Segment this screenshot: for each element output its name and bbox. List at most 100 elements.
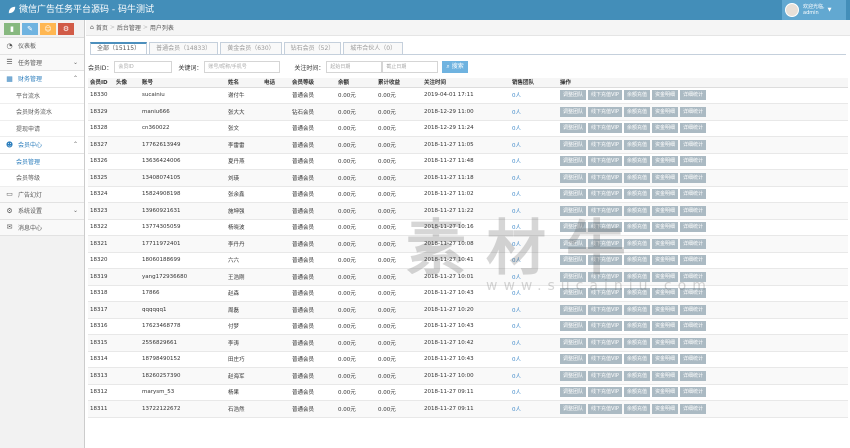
user-menu[interactable]: 欢迎光临, admin ▼ bbox=[782, 0, 846, 20]
cogs-icon[interactable]: ⚙ bbox=[58, 22, 74, 35]
sidebar-subitem-member-level[interactable]: 会员等级 bbox=[0, 170, 84, 187]
pencil-icon[interactable]: ✎ bbox=[22, 22, 38, 35]
action-button[interactable]: 详细统计 bbox=[679, 172, 706, 183]
action-button[interactable]: 详细统计 bbox=[679, 123, 706, 134]
action-button[interactable]: 线下充值VIP bbox=[588, 403, 622, 414]
table-cell[interactable]: 0人 bbox=[510, 103, 558, 121]
action-button[interactable]: 线下充值VIP bbox=[588, 172, 622, 183]
action-button[interactable]: 资金明细 bbox=[651, 156, 678, 167]
action-button[interactable]: 详细统计 bbox=[679, 106, 706, 117]
action-button[interactable]: 余额充值 bbox=[623, 123, 650, 134]
action-button[interactable]: 线下充值VIP bbox=[588, 90, 622, 101]
table-cell[interactable]: 0人 bbox=[510, 285, 558, 302]
action-button[interactable]: 资金明细 bbox=[651, 222, 678, 233]
action-button[interactable]: 余额充值 bbox=[623, 90, 650, 101]
action-button[interactable]: 线下充值VIP bbox=[588, 304, 622, 315]
sidebar-subitem-member-manage[interactable]: 会员管理 bbox=[0, 153, 84, 170]
table-cell[interactable]: 0人 bbox=[510, 235, 558, 253]
action-button[interactable]: 资金明细 bbox=[651, 205, 678, 216]
sidebar-item-messages[interactable]: ✉ 消息中心 bbox=[0, 219, 84, 236]
action-button[interactable]: 资金明细 bbox=[651, 370, 678, 381]
action-button[interactable]: 资金明细 bbox=[651, 90, 678, 101]
sidebar-item-settings[interactable]: ⚙ 系统设置 ⌄ bbox=[0, 203, 84, 220]
action-button[interactable]: 调整团队 bbox=[560, 255, 587, 266]
sidebar-subitem-member-finance[interactable]: 会员财务流水 bbox=[0, 104, 84, 121]
action-button[interactable]: 线下充值VIP bbox=[588, 139, 622, 150]
table-cell[interactable]: 0人 bbox=[510, 334, 558, 352]
action-button[interactable]: 详细统计 bbox=[679, 304, 706, 315]
action-button[interactable]: 详细统计 bbox=[679, 90, 706, 101]
table-cell[interactable]: 0人 bbox=[510, 400, 558, 418]
action-button[interactable]: 资金明细 bbox=[651, 106, 678, 117]
action-button[interactable]: 线下充值VIP bbox=[588, 106, 622, 117]
action-button[interactable]: 详细统计 bbox=[679, 222, 706, 233]
action-button[interactable]: 调整团队 bbox=[560, 403, 587, 414]
action-button[interactable]: 调整团队 bbox=[560, 172, 587, 183]
table-cell[interactable]: 0人 bbox=[510, 268, 558, 286]
action-button[interactable]: 详细统计 bbox=[679, 205, 706, 216]
action-button[interactable]: 资金明细 bbox=[651, 321, 678, 332]
action-button[interactable]: 调整团队 bbox=[560, 90, 587, 101]
action-button[interactable]: 线下充值VIP bbox=[588, 156, 622, 167]
action-button[interactable]: 调整团队 bbox=[560, 321, 587, 332]
start-date-input[interactable] bbox=[326, 61, 383, 73]
action-button[interactable]: 线下充值VIP bbox=[588, 189, 622, 200]
action-button[interactable]: 线下充值VIP bbox=[588, 205, 622, 216]
breadcrumb-admin[interactable]: 后台管理 bbox=[117, 23, 141, 32]
action-button[interactable]: 调整团队 bbox=[560, 106, 587, 117]
action-button[interactable]: 余额充值 bbox=[623, 238, 650, 249]
sidebar-item-finance[interactable]: ▦ 财务管理 ⌃ bbox=[0, 71, 84, 88]
action-button[interactable]: 余额充值 bbox=[623, 139, 650, 150]
action-button[interactable]: 线下充值VIP bbox=[588, 387, 622, 398]
table-cell[interactable]: 0人 bbox=[510, 153, 558, 170]
action-button[interactable]: 调整团队 bbox=[560, 156, 587, 167]
action-button[interactable]: 详细统计 bbox=[679, 238, 706, 249]
action-button[interactable]: 调整团队 bbox=[560, 370, 587, 381]
action-button[interactable]: 余额充值 bbox=[623, 321, 650, 332]
action-button[interactable]: 余额充值 bbox=[623, 403, 650, 414]
action-button[interactable]: 详细统计 bbox=[679, 403, 706, 414]
action-button[interactable]: 调整团队 bbox=[560, 387, 587, 398]
action-button[interactable]: 调整团队 bbox=[560, 271, 587, 282]
action-button[interactable]: 详细统计 bbox=[679, 370, 706, 381]
table-cell[interactable]: 0人 bbox=[510, 136, 558, 154]
sidebar-item-tasks[interactable]: ☰ 任务管理 ⌄ bbox=[0, 54, 84, 71]
action-button[interactable]: 调整团队 bbox=[560, 304, 587, 315]
table-cell[interactable]: 0人 bbox=[510, 169, 558, 187]
action-button[interactable]: 余额充值 bbox=[623, 370, 650, 381]
action-button[interactable]: 线下充值VIP bbox=[588, 370, 622, 381]
action-button[interactable]: 线下充值VIP bbox=[588, 123, 622, 134]
action-button[interactable]: 详细统计 bbox=[679, 321, 706, 332]
sidebar-subitem-platform-flow[interactable]: 平台流水 bbox=[0, 87, 84, 104]
action-button[interactable]: 余额充值 bbox=[623, 255, 650, 266]
action-button[interactable]: 资金明细 bbox=[651, 403, 678, 414]
table-cell[interactable]: 0人 bbox=[510, 120, 558, 137]
action-button[interactable]: 线下充值VIP bbox=[588, 321, 622, 332]
action-button[interactable]: 资金明细 bbox=[651, 172, 678, 183]
end-date-input[interactable] bbox=[382, 61, 439, 73]
action-button[interactable]: 余额充值 bbox=[623, 189, 650, 200]
action-button[interactable]: 资金明细 bbox=[651, 139, 678, 150]
action-button[interactable]: 余额充值 bbox=[623, 288, 650, 299]
action-button[interactable]: 线下充值VIP bbox=[588, 222, 622, 233]
table-cell[interactable]: 0人 bbox=[510, 351, 558, 368]
search-button[interactable]: ⌕ 搜索 bbox=[442, 61, 468, 73]
chart-icon[interactable]: ▮ bbox=[4, 22, 20, 35]
action-button[interactable]: 余额充值 bbox=[623, 106, 650, 117]
table-cell[interactable]: 0人 bbox=[510, 252, 558, 269]
action-button[interactable]: 线下充值VIP bbox=[588, 354, 622, 365]
action-button[interactable]: 余额充值 bbox=[623, 337, 650, 348]
action-button[interactable]: 余额充值 bbox=[623, 222, 650, 233]
breadcrumb-home[interactable]: 首页 bbox=[96, 23, 108, 32]
table-cell[interactable]: 0人 bbox=[510, 202, 558, 220]
table-cell[interactable]: 0人 bbox=[510, 219, 558, 236]
action-button[interactable]: 线下充值VIP bbox=[588, 271, 622, 282]
action-button[interactable]: 余额充值 bbox=[623, 271, 650, 282]
sidebar-subitem-withdraw[interactable]: 提现申请 bbox=[0, 120, 84, 137]
action-button[interactable]: 资金明细 bbox=[651, 255, 678, 266]
action-button[interactable]: 详细统计 bbox=[679, 288, 706, 299]
action-button[interactable]: 线下充值VIP bbox=[588, 337, 622, 348]
keyword-input[interactable] bbox=[204, 61, 281, 73]
action-button[interactable]: 资金明细 bbox=[651, 238, 678, 249]
action-button[interactable]: 调整团队 bbox=[560, 288, 587, 299]
